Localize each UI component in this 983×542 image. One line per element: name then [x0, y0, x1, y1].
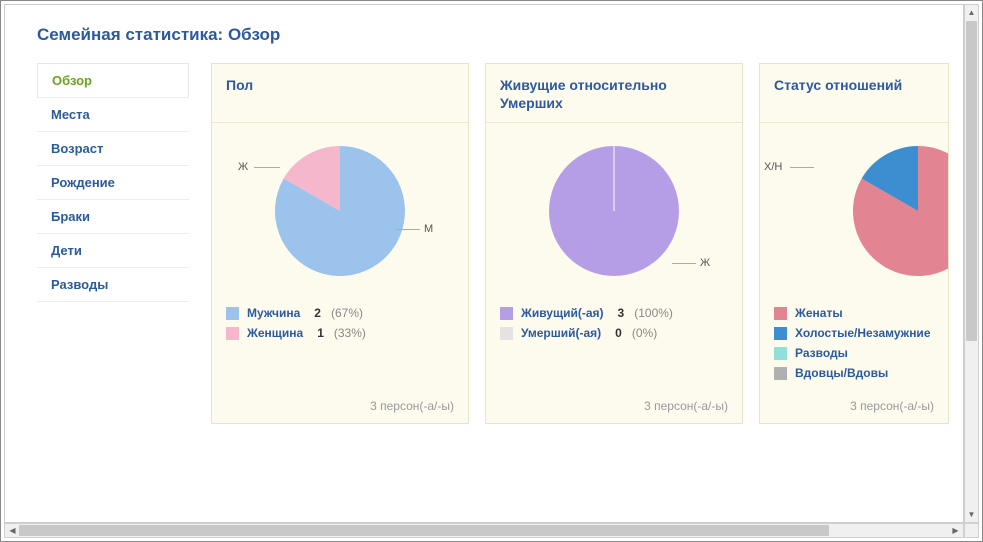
legend-value: 3	[618, 306, 625, 320]
swatch-icon	[774, 367, 787, 380]
sidebar-item-places[interactable]: Места	[37, 98, 189, 132]
legend-label: Холостые/Незамужние	[795, 326, 931, 340]
scroll-down-icon[interactable]: ▼	[967, 508, 976, 521]
vertical-scrollbar[interactable]: ▲ ▼	[964, 4, 979, 523]
legend-row: Разводы	[774, 343, 934, 363]
card-title-gender: Пол	[226, 76, 454, 112]
swatch-icon	[774, 307, 787, 320]
card-living: Живущие относительно Умерших Ж Жи	[485, 63, 743, 424]
card-footer: 3 персон(-а/-ы)	[212, 389, 468, 423]
legend-label: Умерший(-ая)	[521, 326, 601, 340]
legend-label: Женщина	[247, 326, 303, 340]
sidebar-item-birth[interactable]: Рождение	[37, 166, 189, 200]
legend-row: Холостые/Незамужние	[774, 323, 934, 343]
legend-label: Вдовцы/Вдовы	[795, 366, 888, 380]
pie-chart-living: Ж	[486, 123, 742, 299]
pie-label-male: М	[424, 223, 433, 235]
card-title-living: Живущие относительно Умерших	[500, 76, 728, 112]
legend-label: Мужчина	[247, 306, 300, 320]
sidebar-nav: Обзор Места Возраст Рождение Браки Дети …	[37, 63, 189, 424]
horizontal-scrollbar[interactable]: ◀ ▶	[4, 523, 964, 538]
legend-living: Живущий(-ая) 3 (100%) Умерший(-ая) 0 (0%…	[486, 299, 742, 349]
scroll-thumb[interactable]	[966, 21, 977, 341]
legend-pct: (67%)	[331, 306, 363, 320]
sidebar-item-divorces[interactable]: Разводы	[37, 268, 189, 302]
legend-pct: (33%)	[334, 326, 366, 340]
swatch-icon	[500, 327, 513, 340]
legend-value: 1	[317, 326, 324, 340]
card-relationship: Статус отношений Х/Н Женаты	[759, 63, 949, 424]
sidebar-item-children[interactable]: Дети	[37, 234, 189, 268]
pie-label-female: Ж	[238, 161, 248, 173]
legend-row: Женщина 1 (33%)	[226, 323, 454, 343]
pie-label-single: Х/Н	[764, 161, 782, 173]
scroll-left-icon[interactable]: ◀	[6, 525, 19, 536]
pie-label-alive: Ж	[700, 257, 710, 269]
swatch-icon	[774, 327, 787, 340]
legend-label: Разводы	[795, 346, 848, 360]
pie-chart-relationship: Х/Н	[760, 123, 948, 299]
legend-value: 0	[615, 326, 622, 340]
legend-relationship: Женаты Холостые/Незамужние Разводы	[760, 299, 948, 389]
card-footer: 3 персон(-а/-ы)	[760, 389, 948, 423]
sidebar-item-age[interactable]: Возраст	[37, 132, 189, 166]
legend-row: Живущий(-ая) 3 (100%)	[500, 303, 728, 323]
pie-chart-gender: М Ж	[212, 123, 468, 299]
page-title: Семейная статистика: Обзор	[37, 25, 964, 45]
legend-pct: (0%)	[632, 326, 657, 340]
scroll-right-icon[interactable]: ▶	[949, 525, 962, 536]
swatch-icon	[500, 307, 513, 320]
card-gender: Пол М Ж	[211, 63, 469, 424]
legend-value: 2	[314, 306, 321, 320]
scroll-up-icon[interactable]: ▲	[967, 6, 976, 19]
sidebar-item-overview[interactable]: Обзор	[37, 64, 189, 98]
legend-row: Умерший(-ая) 0 (0%)	[500, 323, 728, 343]
card-footer: 3 персон(-а/-ы)	[486, 389, 742, 423]
legend-row: Вдовцы/Вдовы	[774, 363, 934, 383]
legend-row: Мужчина 2 (67%)	[226, 303, 454, 323]
resize-grip-icon	[964, 523, 979, 538]
scroll-thumb[interactable]	[19, 525, 829, 536]
legend-row: Женаты	[774, 303, 934, 323]
card-title-relationship: Статус отношений	[774, 76, 934, 112]
legend-label: Живущий(-ая)	[521, 306, 604, 320]
sidebar-item-marriages[interactable]: Браки	[37, 200, 189, 234]
legend-gender: Мужчина 2 (67%) Женщина 1 (33%)	[212, 299, 468, 349]
swatch-icon	[774, 347, 787, 360]
swatch-icon	[226, 307, 239, 320]
legend-label: Женаты	[795, 306, 843, 320]
legend-pct: (100%)	[634, 306, 673, 320]
swatch-icon	[226, 327, 239, 340]
